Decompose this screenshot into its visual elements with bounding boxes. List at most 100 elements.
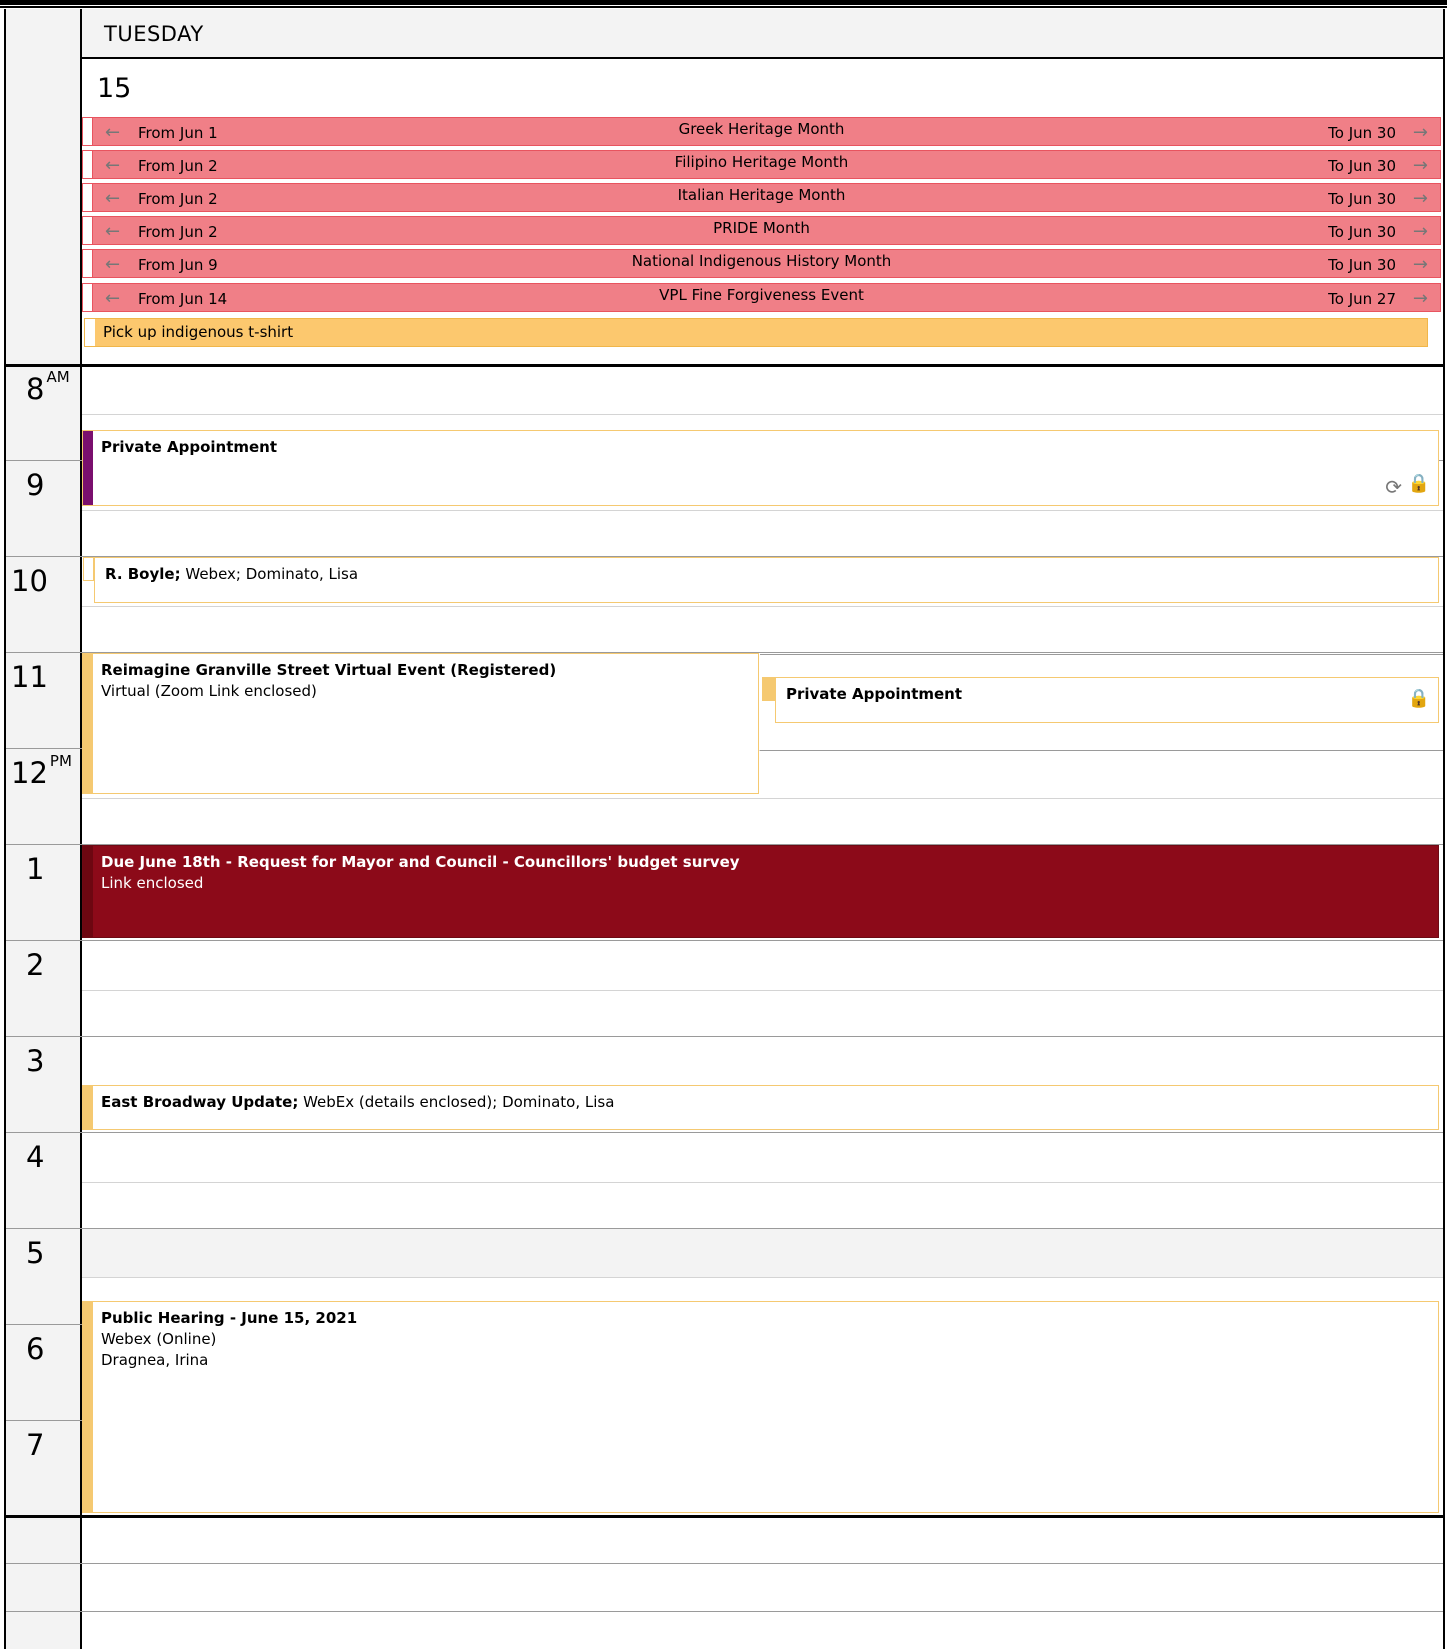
hour-label: 11 bbox=[11, 660, 48, 694]
allday-event[interactable]: ← From Jun 2 Italian Heritage Month To J… bbox=[82, 183, 1441, 212]
hour-line bbox=[82, 1036, 1443, 1037]
arrow-right-icon[interactable]: → bbox=[1413, 288, 1428, 309]
gutter-line bbox=[6, 1563, 82, 1564]
event-title: VPL Fine Forgiveness Event bbox=[659, 286, 864, 304]
appointment-private-2[interactable]: Private Appointment 🔒 bbox=[775, 677, 1439, 723]
lock-icon: 🔒 bbox=[1407, 688, 1430, 709]
appointment-organizer: Dragnea, Irina bbox=[101, 1351, 209, 1369]
arrow-right-icon[interactable]: → bbox=[1413, 188, 1428, 209]
after-hours-slot[interactable] bbox=[82, 1229, 1443, 1277]
busy-bar bbox=[83, 1086, 93, 1129]
appointment-granville[interactable]: Reimagine Granville Street Virtual Event… bbox=[82, 653, 759, 794]
event-title: National Indigenous History Month bbox=[631, 252, 892, 270]
gutter-line bbox=[6, 1228, 82, 1229]
event-title: Filipino Heritage Month bbox=[674, 153, 849, 171]
hour-line bbox=[760, 654, 1443, 655]
hour-line bbox=[82, 1563, 1443, 1564]
half-hour-line bbox=[82, 798, 1443, 799]
allday-separator bbox=[4, 364, 1445, 367]
appointment-broadway[interactable]: East Broadway Update; WebEx (details enc… bbox=[82, 1085, 1439, 1130]
allday-event[interactable]: ← From Jun 2 Filipino Heritage Month To … bbox=[82, 150, 1441, 179]
event-to: To Jun 30 bbox=[1328, 256, 1396, 274]
appointment-body: R. Boyle; Webex; Dominato, Lisa bbox=[105, 564, 1428, 585]
half-hour-line bbox=[82, 414, 1443, 415]
appointment-private[interactable]: Private Appointment ⟳ 🔒 bbox=[82, 430, 1439, 506]
appointment-boyle[interactable]: R. Boyle; Webex; Dominato, Lisa bbox=[94, 557, 1439, 603]
gutter-line bbox=[6, 844, 82, 845]
boyle-marker bbox=[83, 557, 94, 581]
gutter-line bbox=[6, 652, 82, 653]
allday-event[interactable]: ← From Jun 9 National Indigenous History… bbox=[82, 249, 1441, 278]
appointment-body: Due June 18th - Request for Mayor and Co… bbox=[101, 852, 1428, 894]
appointment-title: R. Boyle; bbox=[105, 565, 181, 583]
appointment-body: Reimagine Granville Street Virtual Event… bbox=[101, 660, 748, 702]
appointment-location: Webex (Online) bbox=[101, 1330, 217, 1348]
arrow-right-icon[interactable]: → bbox=[1413, 155, 1428, 176]
hour-line bbox=[82, 1611, 1443, 1612]
gutter-line bbox=[6, 1132, 82, 1133]
arrow-right-icon[interactable]: → bbox=[1413, 122, 1428, 143]
appointment-body: Private Appointment bbox=[101, 437, 1428, 458]
hour-label: 4 bbox=[26, 1140, 45, 1174]
event-title: Greek Heritage Month bbox=[678, 120, 845, 138]
hour-line bbox=[82, 1228, 1443, 1229]
event-to: To Jun 27 bbox=[1328, 290, 1396, 308]
appointment-budget-survey[interactable]: Due June 18th - Request for Mayor and Co… bbox=[82, 845, 1439, 938]
gutter-line bbox=[6, 940, 82, 941]
hour-line bbox=[82, 1132, 1443, 1133]
hour-label: 10 bbox=[11, 564, 48, 598]
appointment-body: Private Appointment bbox=[786, 684, 1428, 705]
half-hour-line bbox=[82, 510, 1443, 511]
hour-label: 2 bbox=[26, 948, 45, 982]
event-to: To Jun 30 bbox=[1328, 223, 1396, 241]
gutter-line bbox=[6, 1420, 82, 1421]
half-hour-line bbox=[82, 606, 1443, 607]
day-header[interactable]: TUESDAY bbox=[82, 9, 1443, 59]
hour-label: 3 bbox=[26, 1044, 45, 1078]
allday-event[interactable]: ← From Jun 1 Greek Heritage Month To Jun… bbox=[82, 117, 1441, 146]
gutter-line bbox=[6, 748, 82, 749]
deadline-bar bbox=[83, 846, 93, 937]
hour-label: 12 PM bbox=[11, 752, 72, 790]
event-title: Italian Heritage Month bbox=[677, 186, 846, 204]
gutter-line bbox=[6, 556, 82, 557]
appointment-title: Private Appointment bbox=[101, 438, 278, 456]
hour-line bbox=[82, 940, 1443, 941]
appointment-title: Private Appointment bbox=[786, 685, 963, 703]
busy-bar bbox=[83, 1302, 93, 1512]
task-strip bbox=[85, 319, 95, 346]
lock-icon: 🔒 bbox=[1407, 473, 1430, 494]
allday-event[interactable]: ← From Jun 14 VPL Fine Forgiveness Event… bbox=[82, 283, 1441, 312]
appointment-body: East Broadway Update; WebEx (details enc… bbox=[101, 1092, 1428, 1113]
gutter-line bbox=[6, 1611, 82, 1612]
appointment-location: Virtual (Zoom Link enclosed) bbox=[101, 682, 317, 700]
task-title: Pick up indigenous t-shirt bbox=[103, 323, 294, 341]
day-number[interactable]: 15 bbox=[97, 73, 131, 104]
event-title: PRIDE Month bbox=[713, 219, 810, 237]
hour-line bbox=[760, 750, 1443, 751]
appointment-detail: WebEx (details enclosed); Dominato, Lisa bbox=[298, 1093, 615, 1111]
task-item[interactable]: Pick up indigenous t-shirt bbox=[84, 318, 1428, 347]
hour-label: 5 bbox=[26, 1236, 45, 1270]
gutter-line bbox=[6, 1036, 82, 1037]
day-end-separator bbox=[4, 1515, 1445, 1518]
half-hour-line bbox=[82, 990, 1443, 991]
hour-label: 7 bbox=[26, 1428, 45, 1462]
appointment-title: Due June 18th - Request for Mayor and Co… bbox=[101, 853, 740, 871]
arrow-right-icon[interactable]: → bbox=[1413, 254, 1428, 275]
arrow-right-icon[interactable]: → bbox=[1413, 221, 1428, 242]
gutter-line bbox=[6, 1324, 82, 1325]
top-border-inner bbox=[0, 5, 1447, 8]
half-hour-line bbox=[82, 1182, 1443, 1183]
busy-bar bbox=[83, 654, 93, 793]
appointment-title: Reimagine Granville Street Virtual Event… bbox=[101, 661, 557, 679]
appointment-detail: Link enclosed bbox=[101, 874, 204, 892]
private-bar bbox=[83, 431, 93, 505]
allday-event[interactable]: ← From Jun 2 PRIDE Month To Jun 30 → bbox=[82, 216, 1441, 245]
event-to: To Jun 30 bbox=[1328, 190, 1396, 208]
hour-label: 8 AM bbox=[26, 368, 70, 406]
appointment-public-hearing[interactable]: Public Hearing - June 15, 2021 Webex (On… bbox=[82, 1301, 1439, 1513]
appointment-title: East Broadway Update; bbox=[101, 1093, 299, 1111]
half-hour-line bbox=[82, 1277, 1443, 1278]
recurring-icon: ⟳ bbox=[1385, 475, 1402, 499]
